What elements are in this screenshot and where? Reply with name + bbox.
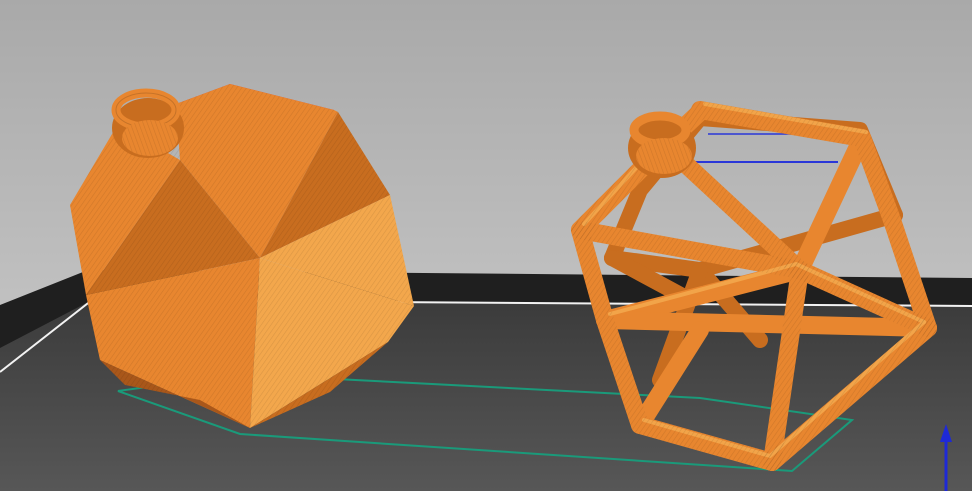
3d-viewport[interactable] [0,0,972,491]
hanging-loop [111,88,184,158]
scene-canvas[interactable] [0,0,972,491]
hanging-loop [628,111,696,178]
